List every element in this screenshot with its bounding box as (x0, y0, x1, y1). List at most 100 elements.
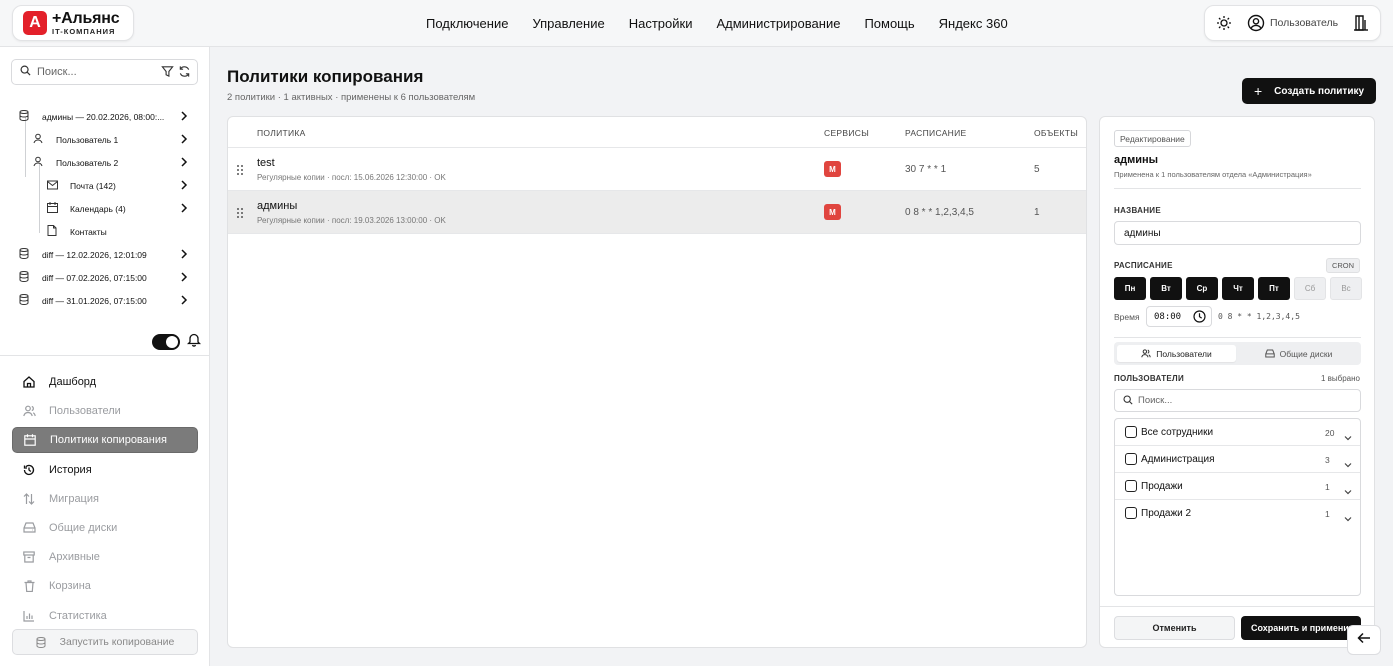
sidebar-search (11, 59, 198, 85)
menu-item-archive[interactable]: Архивные (12, 544, 198, 570)
time-input[interactable]: 08:00 (1146, 306, 1212, 327)
chevron-right-icon[interactable] (180, 271, 188, 285)
tree-item-label: Пользователь 2 (56, 157, 119, 168)
name-label: НАЗВАНИЕ (1114, 206, 1161, 215)
day-sat[interactable]: Сб (1294, 277, 1326, 300)
group-checkbox[interactable] (1125, 426, 1137, 438)
logout-icon[interactable] (1353, 14, 1369, 32)
day-tue[interactable]: Вт (1150, 277, 1182, 300)
chevron-right-icon[interactable] (180, 294, 188, 308)
chevron-down-icon[interactable] (1344, 455, 1352, 473)
sidebar-search-input[interactable] (37, 66, 152, 78)
policy-name: test (257, 157, 275, 169)
run-backup-button[interactable]: Запустить копирование (12, 629, 198, 655)
bell-icon[interactable] (186, 332, 202, 352)
column-header-services[interactable]: СЕРВИСЫ (824, 128, 869, 138)
chevron-right-icon[interactable] (180, 133, 188, 147)
table-row[interactable]: админы Регулярные копии · посл: 19.03.20… (228, 191, 1086, 234)
menu-item-dashboard[interactable]: Дашборд (12, 369, 198, 395)
tree-item-snapshot[interactable]: diff — 07.02.2026, 07:15:00 (19, 266, 188, 289)
nav-connection[interactable]: Подключение (426, 16, 508, 31)
nav-yandex360[interactable]: Яндекс 360 (939, 16, 1008, 31)
nav-settings[interactable]: Настройки (629, 16, 693, 31)
menu-item-shared-drives[interactable]: Общие диски (12, 515, 198, 541)
migration-icon (22, 492, 36, 506)
panel-description: Применена к 1 пользователям отдела «Адми… (1114, 170, 1312, 179)
user-name[interactable]: Пользователь (1270, 17, 1338, 29)
list-item[interactable]: Продажи 1 (1115, 473, 1360, 500)
users-icon (1141, 349, 1152, 358)
sun-icon[interactable] (1216, 15, 1232, 31)
nav-management[interactable]: Управление (532, 16, 604, 31)
list-item[interactable]: Продажи 2 1 (1115, 500, 1360, 527)
database-icon (19, 271, 29, 284)
tree-item-snapshot[interactable]: diff — 12.02.2026, 12:01:09 (19, 243, 188, 266)
policy-schedule: 0 8 * * 1,2,3,4,5 (905, 207, 974, 218)
cron-toggle[interactable]: CRON (1326, 258, 1360, 273)
brand-tagline: IT-КОМПАНИЯ (52, 26, 116, 36)
selected-count: 1 выбрано (1320, 374, 1360, 383)
nav-administration[interactable]: Администрирование (716, 16, 840, 31)
tab-shared-drives[interactable]: Общие диски (1239, 345, 1358, 362)
tree-item-user[interactable]: Пользователь 1 (33, 128, 188, 151)
column-header-policy[interactable]: ПОЛИТИКА (257, 128, 306, 138)
day-wed[interactable]: Ср (1186, 277, 1218, 300)
cancel-button[interactable]: Отменить (1114, 616, 1235, 640)
group-checkbox[interactable] (1125, 453, 1137, 465)
chevron-right-icon[interactable] (180, 156, 188, 170)
drag-handle-icon[interactable] (236, 163, 244, 175)
menu-item-users[interactable]: Пользователи (12, 398, 198, 424)
panel-title: админы (1114, 154, 1159, 166)
refresh-icon[interactable] (178, 65, 191, 83)
day-thu[interactable]: Чт (1222, 277, 1254, 300)
tree-item-mail[interactable]: Почта (142) (47, 174, 188, 197)
day-sun[interactable]: Вс (1330, 277, 1362, 300)
table-row[interactable]: test Регулярные копии · посл: 15.06.2026… (228, 148, 1086, 191)
schedule-label: РАСПИСАНИЕ (1114, 261, 1173, 270)
group-checkbox[interactable] (1125, 507, 1137, 519)
user-box: Пользователь (1204, 5, 1381, 41)
list-item[interactable]: Администрация 3 (1115, 446, 1360, 473)
tree-item-label: Пользователь 1 (56, 134, 119, 145)
menu-item-policies[interactable]: Политики копирования (12, 427, 198, 454)
chevron-down-icon[interactable] (1344, 509, 1352, 527)
tree-item-calendar[interactable]: Календарь (4) (47, 197, 188, 220)
chevron-right-icon[interactable] (180, 110, 188, 124)
brand-name: +Альянс (52, 9, 120, 27)
menu-item-history[interactable]: История (12, 457, 198, 483)
column-header-objects[interactable]: ОБЪЕКТЫ (1034, 128, 1078, 138)
drag-handle-icon[interactable] (236, 206, 244, 218)
clock-icon (1193, 310, 1206, 326)
tree-item-snapshot[interactable]: админы — 20.02.2026, 08:00:... (19, 105, 188, 128)
save-apply-button[interactable]: Сохранить и применить (1241, 616, 1361, 640)
day-fri[interactable]: Пт (1258, 277, 1290, 300)
tree-item-snapshot[interactable]: diff — 31.01.2026, 07:15:00 (19, 289, 188, 312)
menu-item-migration[interactable]: Миграция (12, 486, 198, 512)
menu-item-trash[interactable]: Корзина (12, 573, 198, 599)
chevron-right-icon[interactable] (180, 179, 188, 193)
tree-item-user[interactable]: Пользователь 2 (33, 151, 188, 174)
nav-help[interactable]: Помощь (864, 16, 914, 31)
tab-users[interactable]: Пользователи (1117, 345, 1236, 362)
mail-icon (47, 180, 58, 192)
chevron-down-icon[interactable] (1344, 428, 1352, 446)
list-item[interactable]: Все сотрудники 20 (1115, 419, 1360, 446)
chevron-right-icon[interactable] (180, 202, 188, 216)
user-circle-icon[interactable] (1247, 14, 1265, 32)
filter-icon[interactable] (161, 65, 174, 83)
chevron-right-icon[interactable] (180, 248, 188, 262)
group-checkbox[interactable] (1125, 480, 1137, 492)
database-icon (19, 294, 29, 307)
create-policy-button[interactable]: + Создать политику (1242, 78, 1376, 104)
logo[interactable]: A +Альянс IT-КОМПАНИЯ (12, 5, 134, 41)
collapse-panel-button[interactable] (1347, 625, 1381, 655)
chevron-down-icon[interactable] (1344, 482, 1352, 500)
users-search-input[interactable] (1138, 395, 1338, 406)
policy-name-input[interactable] (1114, 221, 1361, 245)
theme-toggle[interactable] (152, 334, 180, 350)
menu-item-stats[interactable]: Статистика (12, 603, 198, 629)
column-header-schedule[interactable]: РАСПИСАНИЕ (905, 128, 966, 138)
day-mon[interactable]: Пн (1114, 277, 1146, 300)
stats-icon (22, 609, 36, 623)
tree-item-contacts[interactable]: Контакты (47, 220, 188, 243)
